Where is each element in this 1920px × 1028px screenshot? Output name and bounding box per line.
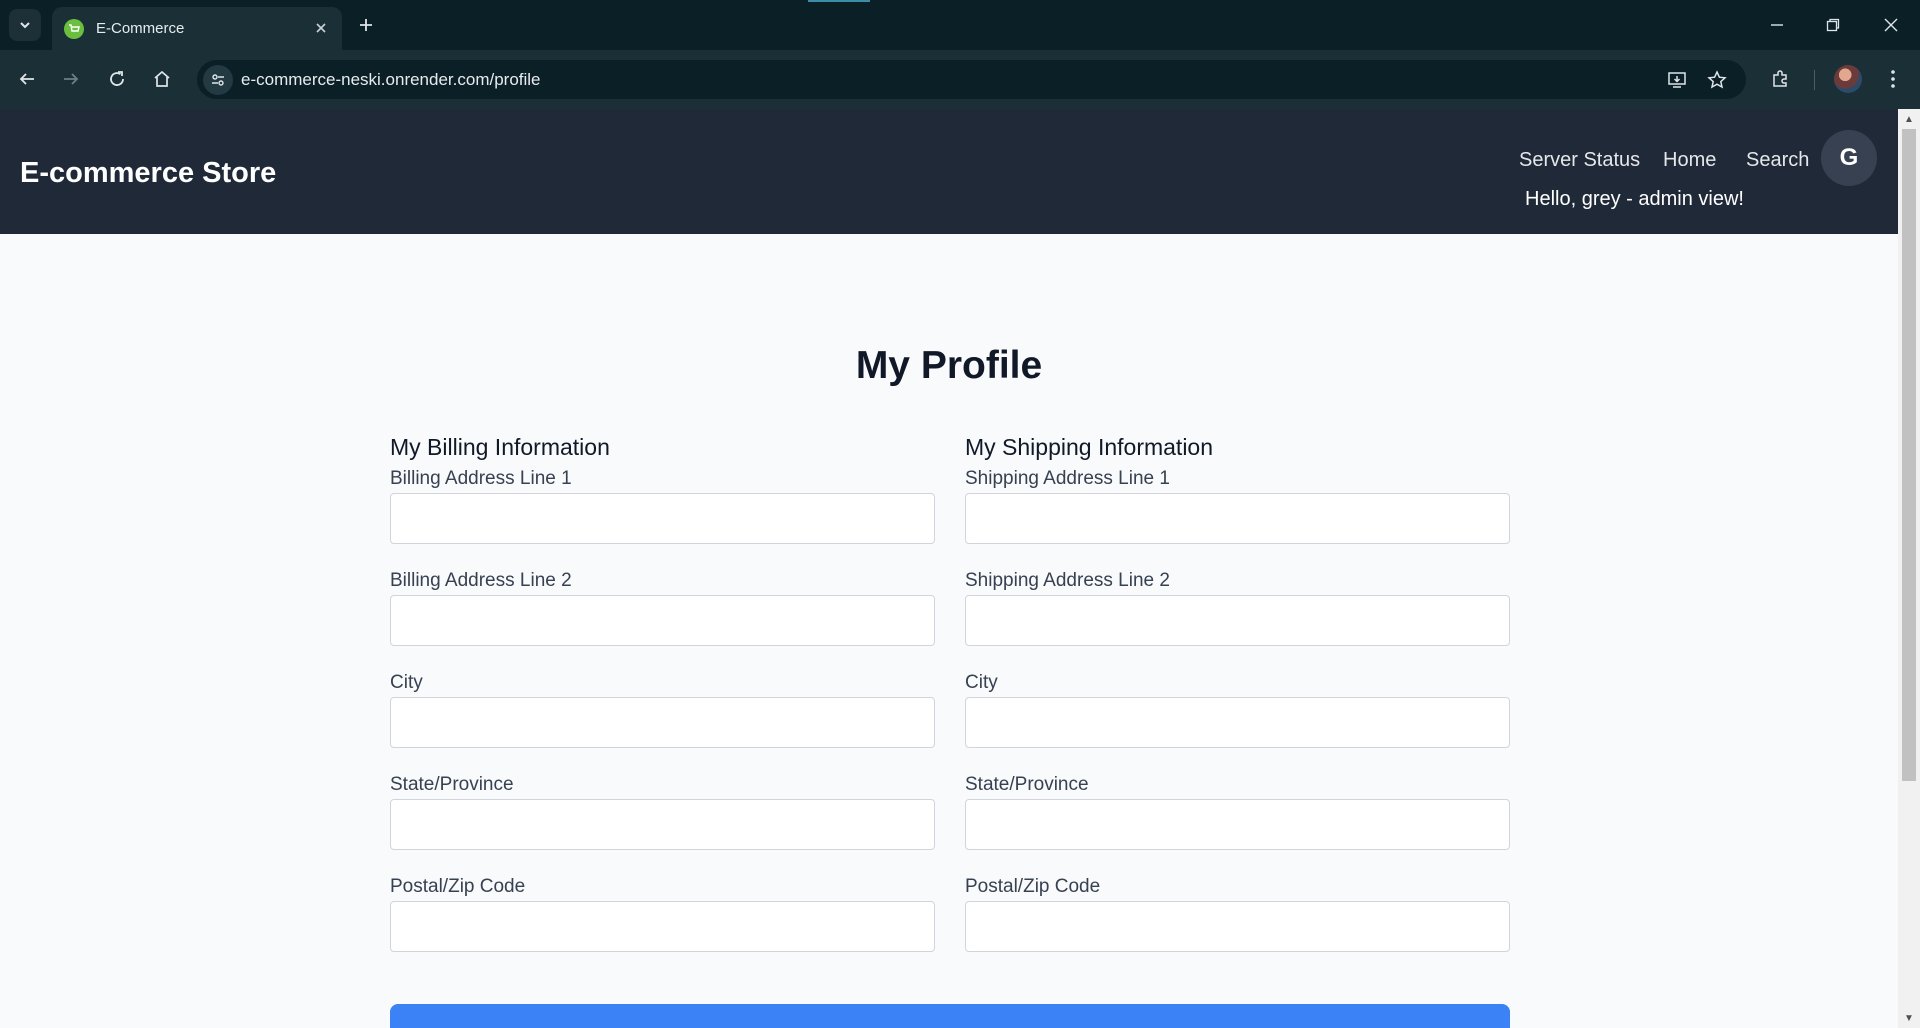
browser-tab-bar: E-Commerce xyxy=(0,0,1920,50)
billing-postal-code-input[interactable] xyxy=(390,901,935,952)
billing-address-line-1-field: Billing Address Line 1 xyxy=(390,467,935,569)
field-label: City xyxy=(965,672,998,693)
tab-strip-accent xyxy=(808,0,870,2)
page-viewport: E-commerce Store Server Status Home Sear… xyxy=(0,109,1898,1028)
billing-state-input[interactable] xyxy=(390,799,935,850)
reload-icon[interactable] xyxy=(103,65,131,93)
billing-section: My Billing Information Billing Address L… xyxy=(390,434,935,977)
forward-icon[interactable] xyxy=(57,65,85,93)
scroll-up-arrow-icon[interactable]: ▲ xyxy=(1903,113,1915,125)
site-header: E-commerce Store Server Status Home Sear… xyxy=(0,109,1898,234)
shipping-address-line-2-input[interactable] xyxy=(965,595,1510,646)
user-avatar[interactable]: G xyxy=(1821,130,1877,186)
nav-link-home[interactable]: Home xyxy=(1663,149,1716,172)
field-label: State/Province xyxy=(390,774,514,795)
tab-search-menu-icon[interactable] xyxy=(9,9,41,41)
billing-city-field: City xyxy=(390,671,935,773)
billing-address-line-2-input[interactable] xyxy=(390,595,935,646)
home-icon[interactable] xyxy=(148,65,176,93)
shipping-address-line-1-field: Shipping Address Line 1 xyxy=(965,467,1510,569)
browser-menu-icon[interactable] xyxy=(1879,65,1907,93)
browser-profile-avatar[interactable] xyxy=(1834,65,1862,93)
field-label: City xyxy=(390,672,423,693)
shipping-section: My Shipping Information Shipping Address… xyxy=(965,434,1510,977)
browser-toolbar: e-commerce-neski.onrender.com/profile xyxy=(0,50,1920,109)
update-button[interactable]: Update xyxy=(390,1004,1510,1028)
toolbar-divider xyxy=(1814,70,1815,90)
shipping-address-line-2-field: Shipping Address Line 2 xyxy=(965,569,1510,671)
minimize-icon[interactable] xyxy=(1764,12,1790,38)
shipping-state-input[interactable] xyxy=(965,799,1510,850)
url-text[interactable]: e-commerce-neski.onrender.com/profile xyxy=(241,70,541,90)
field-label: Postal/Zip Code xyxy=(965,876,1101,897)
tab-title: E-Commerce xyxy=(96,20,185,37)
field-label: Postal/Zip Code xyxy=(390,876,526,897)
shipping-city-field: City xyxy=(965,671,1510,773)
page-title: My Profile xyxy=(855,344,1043,387)
cart-favicon-icon xyxy=(64,18,84,39)
browser-tab[interactable]: E-Commerce xyxy=(52,7,342,50)
scroll-down-arrow-icon[interactable]: ▼ xyxy=(1903,1012,1915,1024)
billing-state-field: State/Province xyxy=(390,773,935,875)
shipping-postal-code-field: Postal/Zip Code xyxy=(965,875,1510,977)
address-bar[interactable]: e-commerce-neski.onrender.com/profile xyxy=(197,60,1746,99)
close-window-icon[interactable] xyxy=(1878,12,1904,38)
billing-section-title: My Billing Information xyxy=(390,434,610,460)
shipping-section-title: My Shipping Information xyxy=(965,434,1214,460)
field-label: Shipping Address Line 2 xyxy=(965,570,1170,591)
restore-icon[interactable] xyxy=(1820,12,1846,38)
shipping-state-field: State/Province xyxy=(965,773,1510,875)
billing-address-line-1-input[interactable] xyxy=(390,493,935,544)
field-label: Billing Address Line 2 xyxy=(390,570,572,591)
shipping-address-line-1-input[interactable] xyxy=(965,493,1510,544)
back-icon[interactable] xyxy=(13,65,41,93)
field-label: State/Province xyxy=(965,774,1089,795)
install-app-icon[interactable] xyxy=(1665,68,1689,92)
shipping-postal-code-input[interactable] xyxy=(965,901,1510,952)
extensions-icon[interactable] xyxy=(1767,65,1795,93)
shipping-city-input[interactable] xyxy=(965,697,1510,748)
tab-close-icon[interactable] xyxy=(312,19,330,37)
site-info-icon[interactable] xyxy=(203,65,233,95)
scrollbar-thumb[interactable] xyxy=(1902,129,1916,781)
new-tab-icon[interactable] xyxy=(354,13,378,37)
field-label: Shipping Address Line 1 xyxy=(965,468,1170,489)
nav-link-search[interactable]: Search xyxy=(1746,149,1809,172)
billing-address-line-2-field: Billing Address Line 2 xyxy=(390,569,935,671)
brand-logo-text[interactable]: E-commerce Store xyxy=(20,157,276,190)
billing-city-input[interactable] xyxy=(390,697,935,748)
field-label: Billing Address Line 1 xyxy=(390,468,572,489)
bookmark-star-icon[interactable] xyxy=(1705,68,1729,92)
page-scrollbar[interactable]: ▲ ▼ xyxy=(1898,109,1920,1028)
billing-postal-code-field: Postal/Zip Code xyxy=(390,875,935,977)
nav-link-server-status[interactable]: Server Status xyxy=(1519,149,1640,172)
user-greeting: Hello, grey - admin view! xyxy=(1525,188,1744,210)
